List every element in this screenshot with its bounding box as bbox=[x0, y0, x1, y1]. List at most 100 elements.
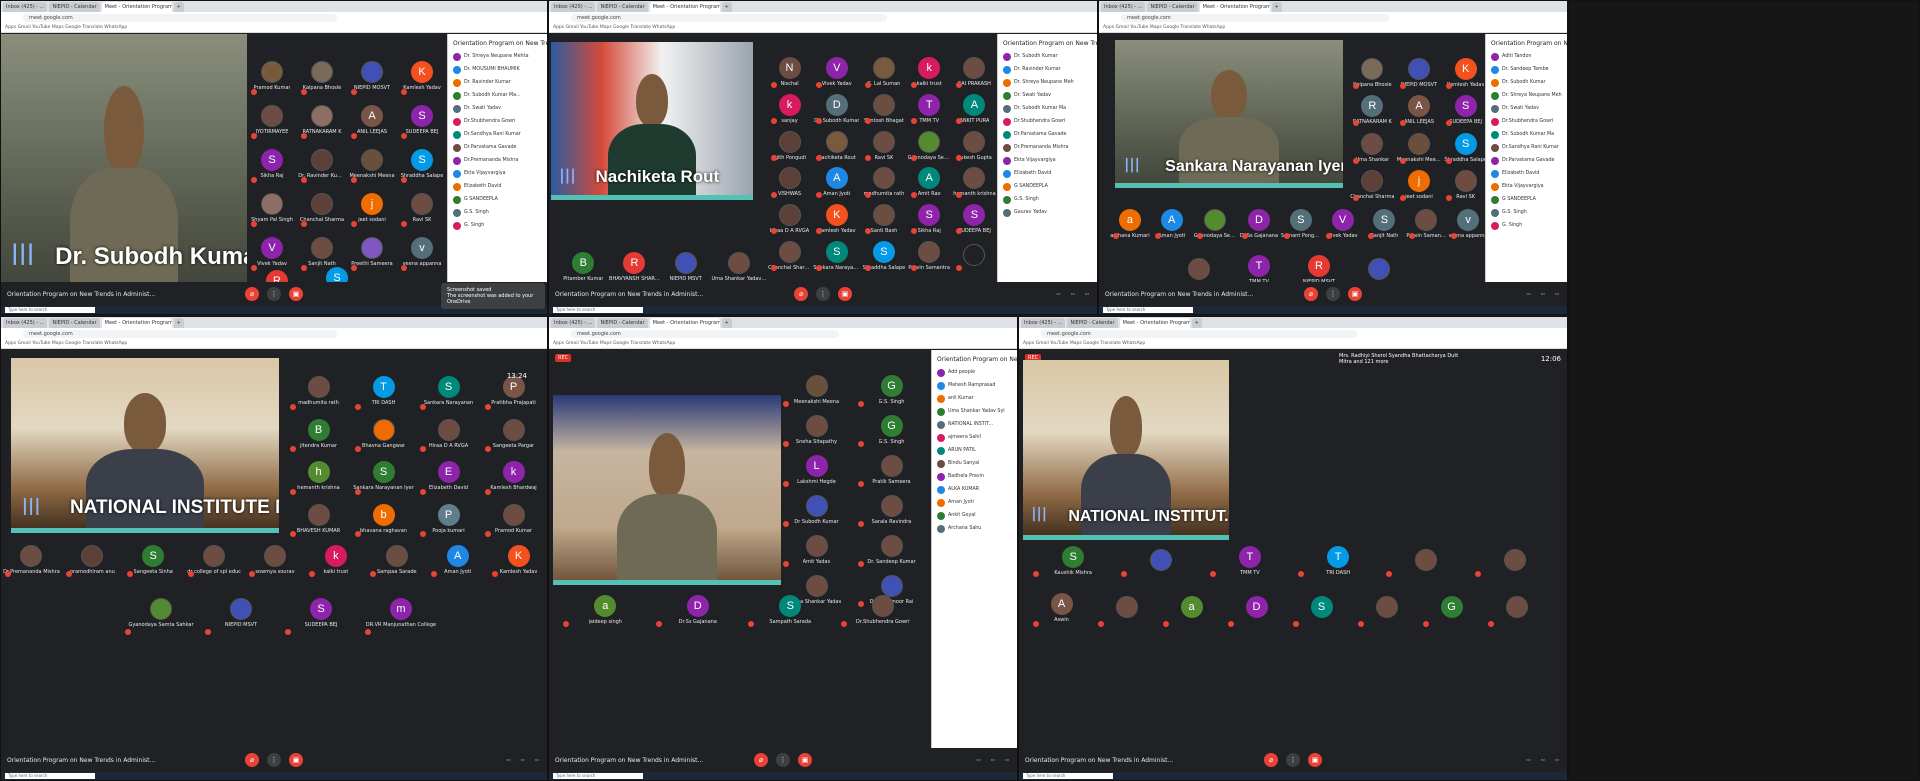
participant-tile[interactable]: T TMM TV bbox=[1206, 542, 1294, 580]
browser-tab[interactable]: + bbox=[173, 2, 184, 12]
participant-tile[interactable]: Meenakshi Meena bbox=[347, 142, 397, 186]
browser-tab[interactable]: NIEPID - Calendar bbox=[49, 318, 100, 328]
people-list-item[interactable]: anil Kumar bbox=[932, 392, 1017, 405]
people-list-item[interactable]: Dr. Sandeep Tambe bbox=[1486, 63, 1567, 76]
participant-tile[interactable]: Uma Shankar bbox=[1349, 129, 1396, 167]
more-button[interactable]: ⋮ bbox=[1326, 287, 1340, 301]
browser-tab[interactable]: NIEPID - Calendar bbox=[1147, 2, 1198, 12]
participant-tile[interactable]: A Aman Jyoti bbox=[1151, 206, 1193, 242]
participant-tile[interactable]: v veena appanna bbox=[1447, 206, 1489, 242]
present-button[interactable]: ▭ bbox=[1085, 292, 1089, 297]
participant-tile[interactable]: D Dr.Ss Gajanana bbox=[1238, 206, 1280, 242]
participant-tile[interactable]: Hiraa D A RVGA bbox=[767, 201, 812, 238]
browser-tab[interactable]: Inbox (425) - ... bbox=[1021, 318, 1066, 328]
participant-tile[interactable]: madhumita rath bbox=[286, 370, 351, 413]
raise-hand-button[interactable]: ▭ bbox=[1526, 292, 1530, 297]
people-list-item[interactable]: Ekta Vijayvargiya bbox=[448, 167, 547, 180]
camera-off-button[interactable]: ▣ bbox=[1348, 287, 1362, 301]
participant-tile[interactable]: Pratik Sameera bbox=[854, 450, 929, 490]
browser-tab[interactable]: + bbox=[721, 318, 732, 328]
more-button[interactable]: ⋮ bbox=[776, 753, 790, 767]
people-list-item[interactable]: Elizabeth David bbox=[998, 167, 1097, 180]
participant-tile[interactable]: j jeet sodani bbox=[347, 186, 397, 230]
browser-tab[interactable]: Meet - Orientation Program bbox=[649, 318, 720, 328]
people-list-item[interactable]: G.S. Singh bbox=[448, 206, 547, 219]
participant-tile[interactable]: S Shraddha Salape bbox=[397, 142, 447, 186]
participant-tile[interactable]: k sanjay bbox=[767, 91, 812, 128]
participant-tile[interactable]: Pramod Kumar bbox=[247, 54, 297, 98]
participant-tile[interactable]: E Elizabeth David bbox=[416, 455, 481, 498]
browser-tab[interactable]: Inbox (425) - ... bbox=[551, 2, 596, 12]
participant-tile[interactable]: Bhavna Gangwar bbox=[351, 413, 416, 456]
participant-tile[interactable]: Dr Subodh Kumar bbox=[779, 490, 854, 530]
participant-tile[interactable]: S Sangeeta Sinha bbox=[123, 540, 184, 580]
browser-tab[interactable]: + bbox=[721, 2, 732, 12]
people-list-item[interactable]: G SANDEEPLA bbox=[1486, 193, 1567, 206]
participant-tile[interactable]: S SUDEEPA BEJ bbox=[281, 588, 361, 638]
people-list-item[interactable]: Bindu Sanyal bbox=[932, 457, 1017, 470]
participant-tile[interactable]: K Kamlesh Yadav bbox=[397, 54, 447, 98]
participant-tile[interactable]: Ravi SK bbox=[861, 127, 906, 164]
url-field[interactable]: meet.google.com bbox=[1041, 329, 1357, 338]
participant-tile[interactable]: A ANKIT PURA bbox=[952, 91, 997, 128]
participant-tile[interactable]: k kalki trust bbox=[305, 540, 366, 580]
participant-tile[interactable]: S Sikha Raj bbox=[907, 201, 952, 238]
participant-tile[interactable]: a archana Kumari bbox=[1109, 206, 1151, 242]
people-list-item[interactable]: Dr. Subodh Kumar Ma bbox=[1486, 128, 1567, 141]
browser-tab[interactable]: NIEPID - Calendar bbox=[597, 2, 648, 12]
participant-tile[interactable]: S Shraddha Salape bbox=[1442, 129, 1489, 167]
camera-off-button[interactable]: ▣ bbox=[798, 753, 812, 767]
participant-tile[interactable]: S Sikha Raj bbox=[247, 142, 297, 186]
participant-tile[interactable]: VISHWAS bbox=[767, 164, 812, 201]
participant-tile[interactable]: K Kamlesh Yadav bbox=[488, 540, 547, 580]
participant-tile[interactable]: A Aswin bbox=[1029, 586, 1094, 630]
browser-tab[interactable]: + bbox=[1191, 318, 1202, 328]
browser-tab[interactable]: Inbox (425) - ... bbox=[3, 2, 48, 12]
taskbar-search[interactable]: Type here to search bbox=[5, 307, 95, 313]
captions-button[interactable]: ▭ bbox=[1540, 292, 1544, 297]
participant-tile[interactable]: Sneha Sitapathy bbox=[779, 410, 854, 450]
participant-tile[interactable]: Ravi SK bbox=[1442, 167, 1489, 205]
participant-tile[interactable]: S Sumant Pongudi bbox=[1280, 206, 1322, 242]
mic-off-button[interactable]: ⌀ bbox=[1304, 287, 1318, 301]
captions-button[interactable]: ▭ bbox=[1540, 758, 1544, 763]
participant-tile[interactable]: Ajith Pongudi bbox=[767, 127, 812, 164]
people-list-item[interactable]: Dr. Swati Yadav bbox=[1486, 102, 1567, 115]
participant-tile[interactable]: dr college of spl educ bbox=[184, 540, 245, 580]
present-button[interactable]: ▭ bbox=[1555, 758, 1559, 763]
participant-tile[interactable]: v veena appanna bbox=[397, 230, 447, 274]
participant-tile[interactable]: NIEPID MOSVT bbox=[347, 54, 397, 98]
people-list-item[interactable]: Dr.Shubhendra Gowri bbox=[448, 115, 547, 128]
url-field[interactable]: meet.google.com bbox=[571, 13, 887, 22]
people-list-item[interactable]: Ankit Goyal bbox=[932, 509, 1017, 522]
participant-tile[interactable]: A Aman Jyoti bbox=[427, 540, 488, 580]
browser-tab[interactable]: Inbox (425) - ... bbox=[3, 318, 48, 328]
participant-tile[interactable]: madhumita rath bbox=[861, 164, 906, 201]
people-list-item[interactable]: Add people bbox=[932, 366, 1017, 379]
participant-tile[interactable]: b bhavana raghavan bbox=[351, 498, 416, 541]
people-list-item[interactable]: G SANDEEPLA bbox=[998, 180, 1097, 193]
participant-tile[interactable]: Santosh Bhagat bbox=[861, 91, 906, 128]
people-list-item[interactable]: Dr.Parvatama Gavade bbox=[448, 141, 547, 154]
participant-tile[interactable]: G G.S. Singh bbox=[854, 370, 929, 410]
people-list-item[interactable]: ALKA KUMAR bbox=[932, 483, 1017, 496]
people-list-item[interactable]: Aman Jyoti bbox=[932, 496, 1017, 509]
people-list-item[interactable]: Dr. Swati Yadav bbox=[448, 102, 547, 115]
people-list-item[interactable]: Archana Sahu bbox=[932, 522, 1017, 535]
people-list-item[interactable]: ajmeera Sahil bbox=[932, 431, 1017, 444]
people-list-item[interactable]: Dr. Shreya Neupane Mehta bbox=[448, 50, 547, 63]
participant-tile[interactable]: Dr.Premananda Mishra bbox=[1, 540, 62, 580]
more-button[interactable]: ⋮ bbox=[267, 287, 281, 301]
people-list-item[interactable]: Dr.Shubhendra Gowri bbox=[1486, 115, 1567, 128]
participant-tile[interactable]: L Lakshmi Hegde bbox=[779, 450, 854, 490]
participant-tile[interactable]: A Aman Jyoti bbox=[812, 164, 861, 201]
people-list-item[interactable]: Dr. Ravinder Kumar bbox=[448, 76, 547, 89]
participant-tile[interactable]: D bbox=[1224, 586, 1289, 630]
people-list-item[interactable]: Dr.Premananda Mishra bbox=[448, 154, 547, 167]
participant-tile[interactable]: P Pooja kumari bbox=[416, 498, 481, 541]
taskbar-search[interactable]: Type here to search bbox=[1023, 773, 1113, 779]
people-list-item[interactable]: Badhela Pravin bbox=[932, 470, 1017, 483]
participant-tile[interactable]: G G.S. Singh bbox=[854, 410, 929, 450]
participant-tile[interactable]: S Shraddha Salape bbox=[861, 237, 906, 274]
participant-tile[interactable]: NIEPID MOSVT bbox=[1396, 54, 1443, 92]
